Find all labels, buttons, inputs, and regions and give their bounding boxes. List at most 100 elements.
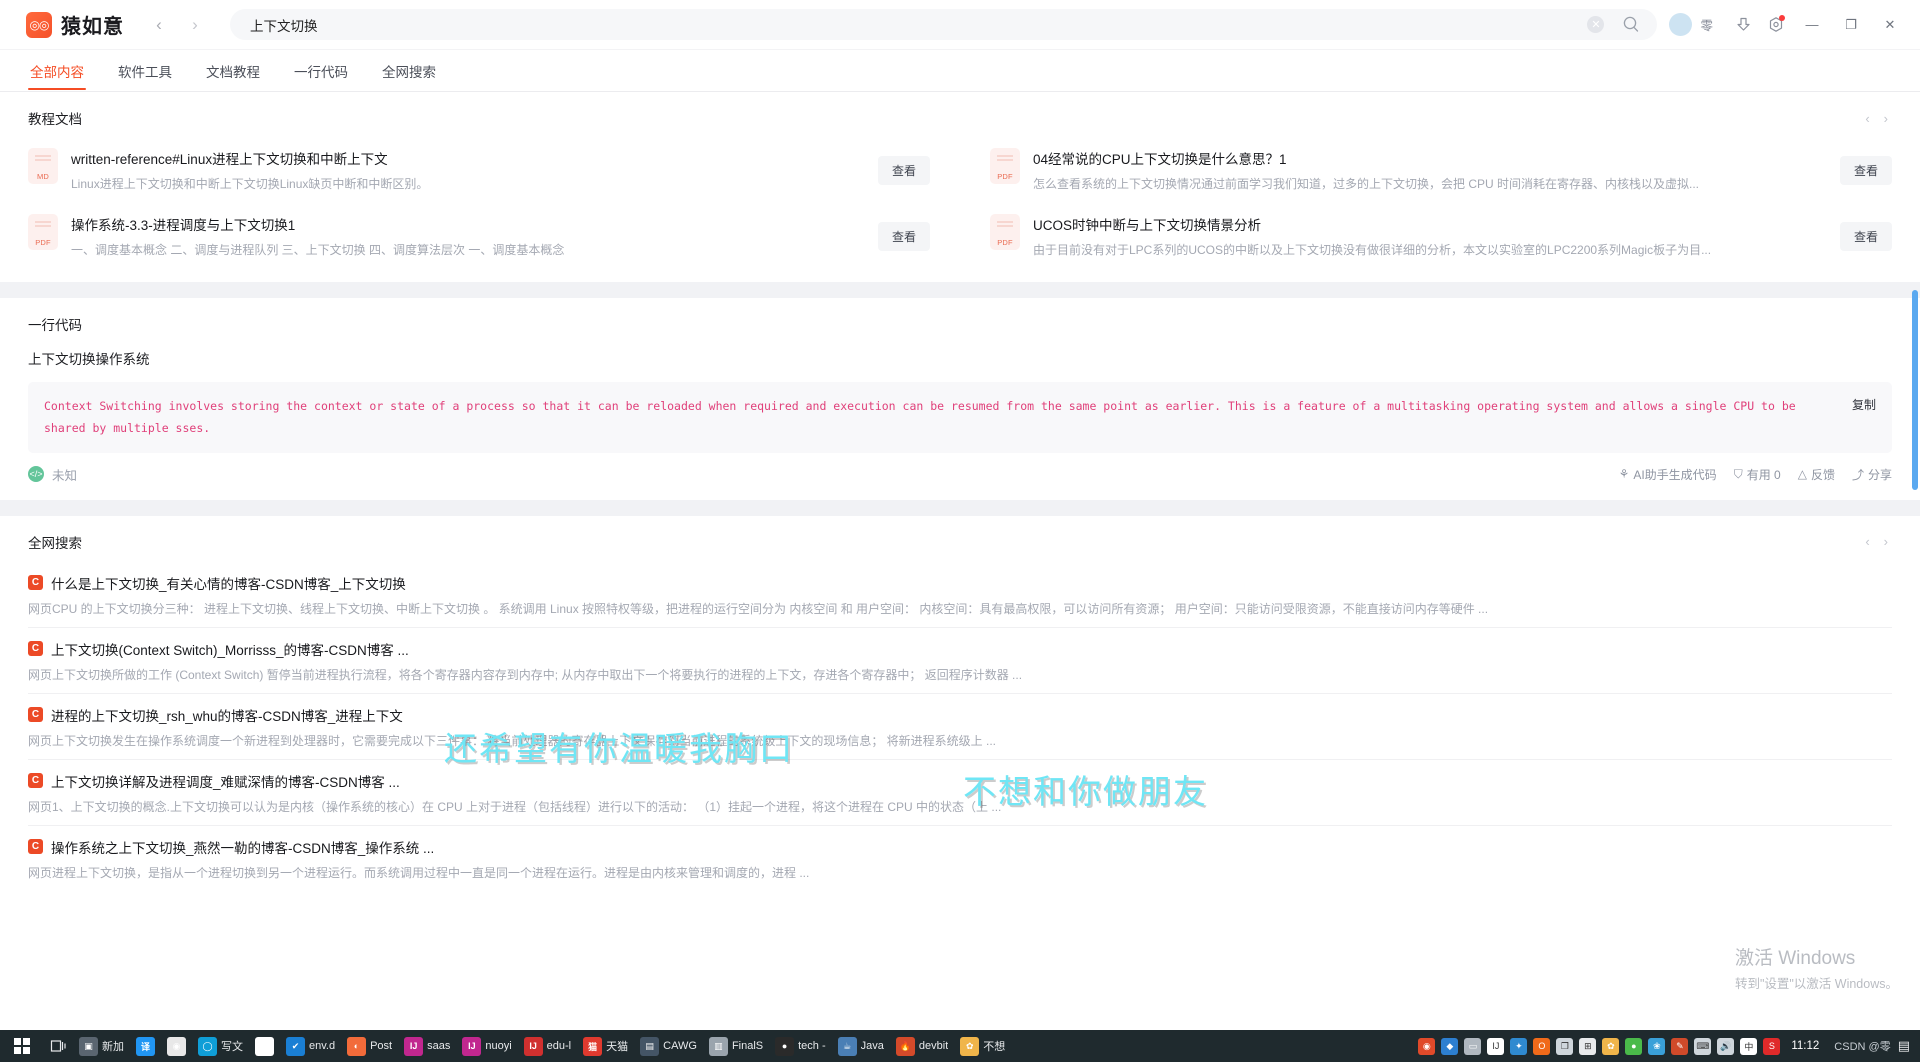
taskbar-clock[interactable]: 11:12 bbox=[1787, 1039, 1827, 1053]
gear-icon[interactable] bbox=[1761, 10, 1791, 40]
tray-icon[interactable]: ✿ bbox=[1602, 1037, 1620, 1055]
copy-button[interactable]: 复制 bbox=[1852, 395, 1876, 440]
tray-icon[interactable]: ✎ bbox=[1671, 1037, 1689, 1055]
tray-icon[interactable]: ◉ bbox=[1418, 1037, 1436, 1055]
tray-icon[interactable]: ⌨ bbox=[1694, 1037, 1712, 1055]
section-divider bbox=[0, 499, 1920, 516]
search-result-item[interactable]: C 什么是上下文切换_有关心情的博客-CSDN博客_上下文切换 网页CPU 的上… bbox=[28, 562, 1892, 628]
doc-description: 一、调度基本概念 二、调度与进程队列 三、上下文切换 四、调度算法层次 一、调度… bbox=[71, 243, 565, 257]
taskbar-app-item[interactable]: ☕ Java bbox=[832, 1030, 890, 1062]
search-icon[interactable] bbox=[1622, 15, 1641, 34]
feedback-action[interactable]: △ 反馈 bbox=[1798, 466, 1835, 483]
view-button[interactable]: 查看 bbox=[877, 221, 930, 251]
maximize-button[interactable]: ❐ bbox=[1833, 10, 1869, 40]
csdn-icon: C bbox=[28, 839, 43, 855]
taskbar-app-icon: 猫 bbox=[583, 1036, 603, 1056]
close-button[interactable]: ✕ bbox=[1872, 10, 1908, 40]
back-icon[interactable]: ‹ bbox=[146, 12, 172, 38]
minimize-button[interactable]: — bbox=[1794, 10, 1830, 40]
taskbar-app-item[interactable]: 🔥 devbit bbox=[890, 1030, 954, 1062]
taskbar-app-item[interactable]: ● tech - bbox=[769, 1030, 832, 1062]
code-section-header: 一行代码 bbox=[28, 298, 1892, 344]
taskbar-app-item[interactable]: IJ edu-l bbox=[518, 1030, 577, 1062]
taskbar-app-icon: ✔ bbox=[286, 1036, 305, 1056]
download-icon[interactable] bbox=[1728, 10, 1758, 40]
tab-software-tools[interactable]: 软件工具 bbox=[116, 52, 174, 89]
tab-one-line-code[interactable]: 一行代码 bbox=[292, 52, 350, 89]
csdn-icon: C bbox=[28, 773, 43, 789]
activation-subtitle: 转到"设置"以激活 Windows。 bbox=[1734, 977, 1898, 991]
windows-start-icon[interactable] bbox=[0, 1030, 44, 1062]
app-logo[interactable]: ◎◎ 猿如意 bbox=[26, 10, 124, 39]
tray-icon[interactable]: ⊞ bbox=[1579, 1037, 1597, 1055]
web-prev-icon[interactable]: ‹ bbox=[1865, 534, 1869, 549]
doc-item[interactable]: PDF 操作系统-3.3-进程调度与上下文切换1 一、调度基本概念 二、调度与进… bbox=[28, 204, 930, 270]
tray-icon[interactable]: ▭ bbox=[1464, 1037, 1482, 1055]
doc-item[interactable]: MD written-reference#Linux进程上下文切换和中断上下文 … bbox=[28, 138, 930, 204]
tray-icon[interactable]: S bbox=[1763, 1037, 1781, 1055]
notification-icon[interactable]: ▤ bbox=[1898, 1038, 1910, 1054]
search-result-item[interactable]: C 进程的上下文切换_rsh_whu的博客-CSDN博客_进程上下文 网页上下文… bbox=[28, 694, 1892, 760]
taskbar-app-icon: 译 bbox=[136, 1036, 155, 1056]
view-button[interactable]: 查看 bbox=[877, 155, 930, 185]
doc-item[interactable]: PDF UCOS时钟中断与上下文切换情景分析 由于目前没有对于LPC系列的UCO… bbox=[990, 204, 1892, 270]
forward-icon[interactable]: › bbox=[182, 12, 208, 38]
tray-icon[interactable]: ● bbox=[1625, 1037, 1643, 1055]
taskbar-app-item[interactable]: ✿ 不想 bbox=[954, 1030, 1011, 1062]
tray-icon[interactable]: ✦ bbox=[1510, 1037, 1528, 1055]
tray-icon[interactable]: O bbox=[1533, 1037, 1551, 1055]
web-next-icon[interactable]: › bbox=[1884, 534, 1888, 549]
tab-all-content[interactable]: 全部内容 bbox=[28, 52, 86, 90]
search-input[interactable]: 上下文切换 bbox=[250, 15, 1587, 35]
taskbar-app-item[interactable]: IJ nuoyi bbox=[456, 1030, 517, 1062]
result-title-row: C 操作系统之上下文切换_燕然一勒的博客-CSDN博客_操作系统 ... bbox=[28, 837, 1892, 857]
view-button[interactable]: 查看 bbox=[1839, 221, 1892, 251]
tray-icon[interactable]: ◆ bbox=[1441, 1037, 1459, 1055]
docs-prev-icon[interactable]: ‹ bbox=[1865, 111, 1869, 126]
docs-next-icon[interactable]: › bbox=[1884, 111, 1888, 126]
tray-icon[interactable]: IJ bbox=[1487, 1037, 1505, 1055]
code-content: Context Switching involves storing the c… bbox=[44, 399, 1796, 436]
search-bar[interactable]: 上下文切换 ✕ bbox=[230, 9, 1658, 40]
avatar[interactable] bbox=[1669, 13, 1693, 36]
tray-icon[interactable]: 🔊 bbox=[1717, 1037, 1735, 1055]
vertical-scrollbar[interactable] bbox=[1912, 290, 1918, 490]
tray-icon[interactable]: ❀ bbox=[1648, 1037, 1666, 1055]
taskbar-app-item[interactable]: ▣ 新加 bbox=[73, 1030, 130, 1062]
doc-content: 操作系统-3.3-进程调度与上下文切换1 一、调度基本概念 二、调度与进程队列 … bbox=[71, 214, 855, 258]
tray-icon[interactable]: ❐ bbox=[1556, 1037, 1574, 1055]
tab-doc-tutorials[interactable]: 文档教程 bbox=[204, 52, 262, 89]
tab-web-search[interactable]: 全网搜索 bbox=[380, 52, 438, 89]
csdn-icon: C bbox=[28, 575, 43, 591]
search-result-item[interactable]: C 上下文切换(Context Switch)_Morrisss_的博客-CSD… bbox=[28, 628, 1892, 694]
taskbar-app-label: 天猫 bbox=[606, 1041, 629, 1053]
taskbar-app-icon: ◯ bbox=[198, 1036, 217, 1056]
taskbar-app-item[interactable]: ◯ 写文 bbox=[192, 1030, 249, 1062]
share-label: 分享 bbox=[1867, 467, 1892, 482]
clear-icon[interactable]: ✕ bbox=[1587, 16, 1605, 33]
taskbar-app-item[interactable]: 译 bbox=[130, 1030, 161, 1062]
search-result-item[interactable]: C 操作系统之上下文切换_燕然一勒的博客-CSDN博客_操作系统 ... 网页进… bbox=[28, 826, 1892, 891]
taskbar-app-item[interactable]: IJ saas bbox=[398, 1030, 456, 1062]
tray-icon[interactable]: 中 bbox=[1740, 1037, 1758, 1055]
doc-item[interactable]: PDF 04经常说的CPU上下文切换是什么意思？1 怎么查看系统的上下文切换情况… bbox=[990, 138, 1892, 204]
corner-watermark: CSDN @零 bbox=[1834, 1041, 1891, 1053]
taskbar-app-icon: T bbox=[255, 1036, 274, 1056]
view-button[interactable]: 查看 bbox=[1839, 155, 1892, 185]
result-title: 进程的上下文切换_rsh_whu的博客-CSDN博客_进程上下文 bbox=[51, 708, 403, 724]
task-view-icon[interactable] bbox=[44, 1030, 73, 1062]
taskbar-app-item[interactable]: ▤ CAWG bbox=[634, 1030, 703, 1062]
file-type-label: PDF bbox=[997, 238, 1013, 247]
taskbar-app-item[interactable]: ✔ env.d bbox=[280, 1030, 341, 1062]
notification-dot bbox=[1779, 14, 1785, 21]
taskbar-app-item[interactable]: T bbox=[249, 1030, 280, 1062]
taskbar-app-item[interactable]: 猫天猫 bbox=[577, 1030, 634, 1062]
search-result-item[interactable]: C 上下文切换详解及进程调度_难赋深情的博客-CSDN博客 ... 网页1、上下… bbox=[28, 760, 1892, 826]
share-action[interactable]: ⤴ 分享 bbox=[1852, 466, 1892, 483]
useful-action[interactable]: ⛉ 有用 0 bbox=[1734, 466, 1781, 483]
taskbar-app-item[interactable]: ◉ bbox=[161, 1030, 192, 1062]
taskbar-app-item[interactable]: ▥ FinalS bbox=[703, 1030, 769, 1062]
taskbar-app-icon: ▤ bbox=[640, 1036, 660, 1056]
taskbar-app-item[interactable]: ◐ Post bbox=[341, 1030, 398, 1062]
ai-generate-action[interactable]: ⚘ AI助手生成代码 bbox=[1619, 466, 1717, 483]
